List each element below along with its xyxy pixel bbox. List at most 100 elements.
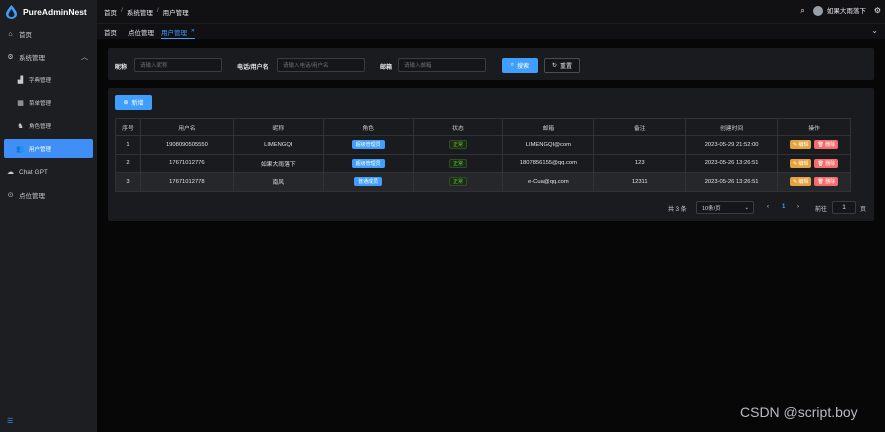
search-icon: ⌕ [510,62,515,68]
delete-button[interactable]: 🗑 删除 [814,177,839,187]
breadcrumb-home[interactable]: 首页 [104,7,117,17]
search-icon[interactable]: ⌕ [800,6,804,16]
sidebar-item-chatgpt[interactable]: ☁ Chat GPT [4,163,93,181]
breadcrumb-system[interactable]: 系统管理 [127,7,153,17]
delete-button[interactable]: 🗑 删除 [814,140,839,150]
user-group-icon: 👥 [16,145,25,153]
cell-nickname: LIMENGQI [232,135,324,155]
current-page[interactable]: 1 [782,204,785,210]
close-icon[interactable]: ✕ [191,28,195,34]
chevron-up-icon: ︿ [81,54,88,61]
page-size-select[interactable]: 10条/页 ⌄ [696,201,754,214]
delete-label: 删除 [825,160,836,167]
sidebar-item-label: 角色管理 [29,124,52,130]
column-header: 序号 [115,118,141,136]
add-button[interactable]: ⊕ 新增 [115,95,152,110]
cell-email: e-Cua@qq.com [502,172,595,192]
cell-status: 正常 [412,172,504,192]
email-label: 邮箱 [380,65,393,71]
role-tag: 超级管理员 [351,158,385,168]
table-header-row: 序号 用户名 昵称 角色 状态 邮箱 备注 创建时间 操作 [115,118,851,136]
page-size-value: 10条/页 [702,205,721,212]
table-row: 2 17671012776 如果大雨落下 超级管理员 正常 1807856155… [115,153,851,173]
cell-created: 2023-05-29 21:52:00 [685,135,779,155]
column-header: 用户名 [139,118,234,136]
email-input[interactable]: 请输入邮箱 [398,58,486,72]
sidebar-item-system[interactable]: ⚙ 系统管理 ︿ [4,48,93,66]
collapse-sidebar-icon[interactable]: ☰ [7,417,13,425]
cell-role: 超级管理员 [322,153,414,173]
chevron-down-icon: ⌄ [744,204,749,211]
add-button-label: 新增 [131,101,144,107]
user-menu[interactable]: 如果大雨落下 [812,5,866,17]
tab-users-label: 用户管理 [161,30,187,37]
role-tag: 普通成员 [354,177,383,187]
home-icon: ⌂ [8,30,13,38]
sidebar-item-menu[interactable]: ▦ 菜单管理 [4,94,93,112]
cell-actions: ✎ 编辑 🗑 删除 [777,172,851,192]
tab-points[interactable]: 点位管理 [128,27,154,37]
cell-username: 17671012776 [139,153,234,173]
column-header: 邮箱 [502,118,595,136]
dict-icon: ▟ [17,77,24,84]
gear-icon: ⚙ [7,54,14,61]
sidebar-item-home[interactable]: ⌂ 首页 [4,25,93,43]
location-icon: ⊙ [7,192,14,199]
top-header: 首页 / 系统管理 / 用户管理 ⌕ 如果大雨落下 ⚙ [97,0,885,23]
logo-icon [6,5,17,19]
breadcrumb-separator: / [121,7,123,14]
prev-page-icon[interactable]: ‹ [767,204,769,210]
table-row: 1 1908090505550 LIMENGQI 超级管理员 正常 LIMENG… [115,135,851,155]
cell-no: 2 [115,153,141,173]
edit-label: 编辑 [798,179,809,186]
nickname-input[interactable]: 请输入昵称 [134,58,222,72]
search-panel [108,48,874,80]
goto-label: 前往 [815,207,828,213]
status-badge: 正常 [448,140,467,150]
breadcrumb: 首页 / 系统管理 / 用户管理 [104,7,189,17]
avatar [812,6,823,17]
sidebar-item-label: 菜单管理 [29,101,52,107]
next-page-icon[interactable]: › [797,204,799,210]
edit-button[interactable]: ✎ 编辑 [789,177,812,187]
sidebar-item-label: Chat GPT [19,168,48,176]
cell-no: 1 [115,135,141,155]
user-table: 序号 用户名 昵称 角色 状态 邮箱 备注 创建时间 操作 1 19080905… [115,118,851,192]
sidebar-item-user[interactable]: 👥 用户管理 [4,139,93,158]
cell-username: 17671012778 [139,172,234,192]
cell-remark: 123 [593,153,687,173]
tab-home[interactable]: 首页 [104,27,117,37]
app-logo[interactable]: PureAdminNest [6,4,87,20]
role-tag: 超级管理员 [351,140,385,150]
sidebar-item-role[interactable]: ♞ 角色管理 [4,117,93,135]
cell-role: 超级管理员 [322,135,414,155]
search-button[interactable]: ⌕ 搜索 [502,58,538,73]
cell-email: LIMENGQI@com [502,135,595,155]
column-header: 状态 [412,118,504,136]
cell-status: 正常 [412,135,504,155]
sidebar-item-points[interactable]: ⊙ 点位管理 [4,186,93,204]
edit-button[interactable]: ✎ 编辑 [789,140,812,150]
table-row: 3 17671012778 南风 普通成员 正常 e-Cua@qq.com 12… [115,172,851,192]
cell-status: 正常 [412,153,504,173]
column-header: 创建时间 [685,118,779,136]
delete-button[interactable]: 🗑 删除 [814,158,839,168]
chevron-down-icon[interactable]: ⌄ [871,26,878,35]
reset-button[interactable]: ↻ 重置 [544,58,580,73]
column-header: 操作 [777,118,851,136]
sidebar-item-label: 用户管理 [29,146,52,153]
edit-button[interactable]: ✎ 编辑 [789,158,812,168]
plus-circle-icon: ⊕ [123,100,129,106]
role-icon: ♞ [17,123,24,130]
cell-created: 2023-05-26 13:26:51 [685,153,779,173]
app-name: PureAdminNest [23,7,87,17]
column-header: 备注 [593,118,687,136]
sidebar-item-dict[interactable]: ▟ 字典管理 [4,71,93,89]
tab-users[interactable]: 用户管理 ✕ [161,27,195,39]
cell-nickname: 南风 [232,172,324,192]
settings-icon[interactable]: ⚙ [874,6,881,15]
reset-button-label: 重置 [560,64,573,70]
phone-input[interactable]: 请输入电话/用户名 [277,58,365,72]
cell-no: 3 [115,172,141,192]
goto-page-input[interactable]: 1 [832,201,856,214]
